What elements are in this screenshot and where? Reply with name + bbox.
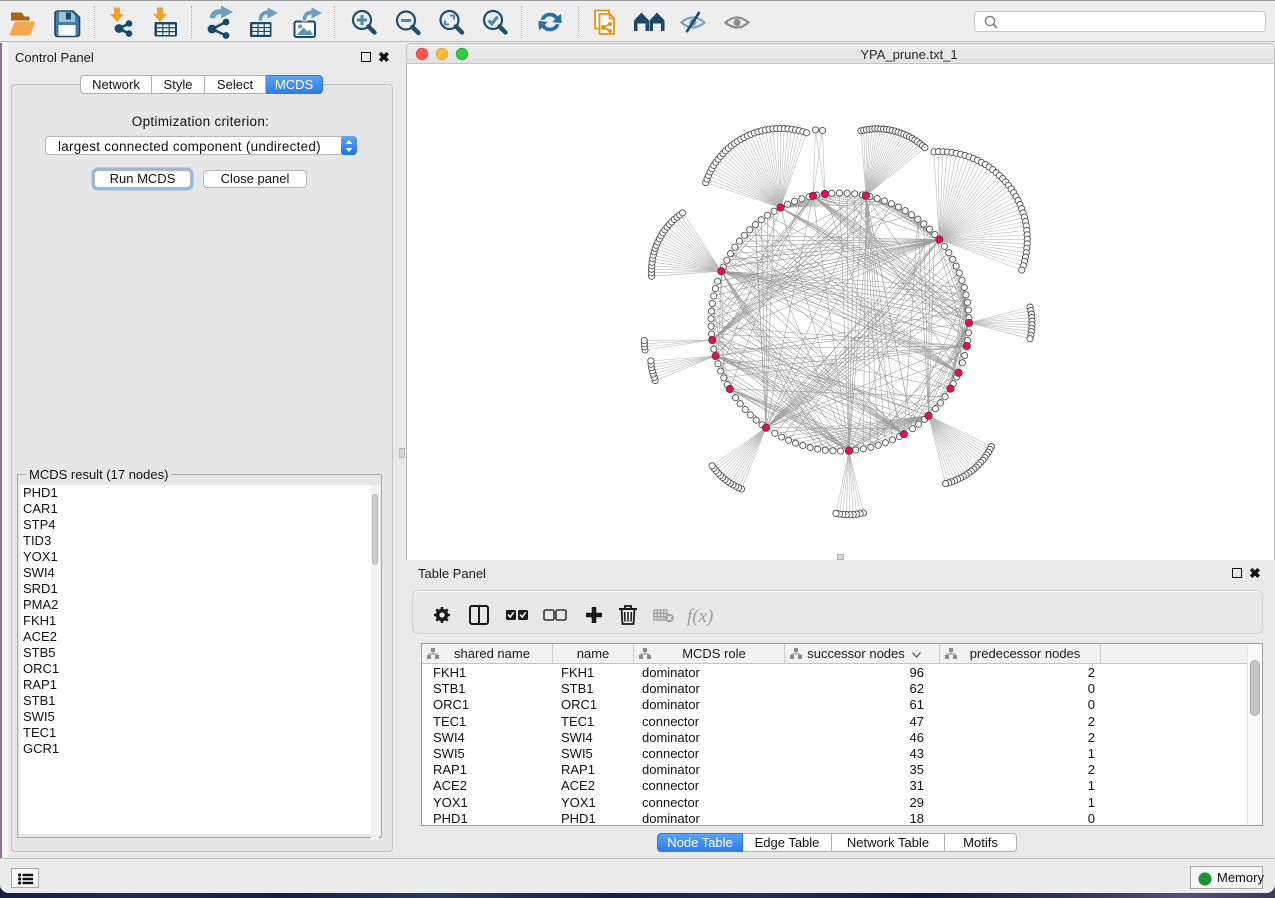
svg-text:f(x): f(x)	[687, 606, 713, 627]
